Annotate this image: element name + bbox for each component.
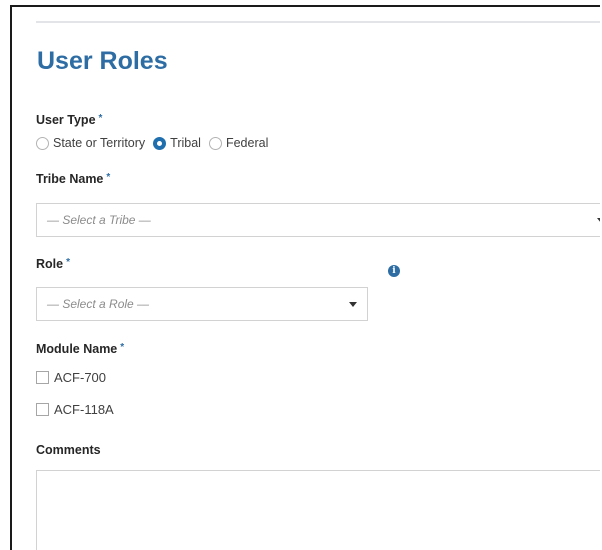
checkbox-acf-118a[interactable]: ACF-118A	[36, 402, 114, 417]
module-name-label: Module Name *	[36, 342, 125, 356]
radio-button-selected[interactable]	[153, 136, 167, 150]
caret-down-icon	[349, 301, 357, 307]
required-marker: *	[120, 342, 125, 353]
radio-state-or-territory[interactable]: State or Territory	[36, 136, 145, 150]
radio-federal[interactable]: Federal	[208, 136, 269, 150]
radio-button[interactable]	[36, 136, 49, 150]
comments-textarea[interactable]	[36, 470, 600, 550]
select-placeholder: — Select a Tribe —	[47, 213, 151, 227]
comments-label: Comments	[36, 443, 101, 457]
checkbox[interactable]	[36, 371, 49, 384]
tribe-name-label: Tribe Name *	[36, 172, 111, 186]
checkbox-label: ACF-118A	[54, 402, 114, 417]
info-icon[interactable]: i	[388, 265, 400, 277]
checkbox-label: ACF-700	[54, 370, 107, 385]
form-frame: User Roles User Type * State or Territory…	[10, 5, 600, 550]
user-roles-form: User Roles User Type * State or Territory…	[36, 7, 600, 550]
required-marker: *	[106, 172, 111, 183]
checkbox[interactable]	[36, 403, 49, 416]
role-label: Role *	[36, 257, 70, 271]
user-type-label: User Type *	[36, 113, 103, 127]
caret-down-icon	[597, 217, 600, 223]
required-marker: *	[66, 257, 70, 268]
radio-label: State or Territory	[53, 136, 146, 150]
select-placeholder: — Select a Role —	[47, 297, 150, 311]
page-title: User Roles	[37, 47, 168, 75]
radio-label: Federal	[225, 136, 269, 150]
checkbox-acf-700[interactable]: ACF-700	[36, 370, 106, 385]
user-type-radio-group: State or Territory Tribal Federal	[36, 136, 276, 150]
radio-label: Tribal	[170, 136, 201, 150]
tribe-name-select[interactable]: — Select a Tribe —	[36, 203, 600, 237]
role-select[interactable]: — Select a Role —	[36, 287, 368, 321]
radio-button[interactable]	[208, 136, 222, 150]
radio-tribal[interactable]: Tribal	[153, 136, 201, 150]
required-marker: *	[98, 113, 103, 124]
